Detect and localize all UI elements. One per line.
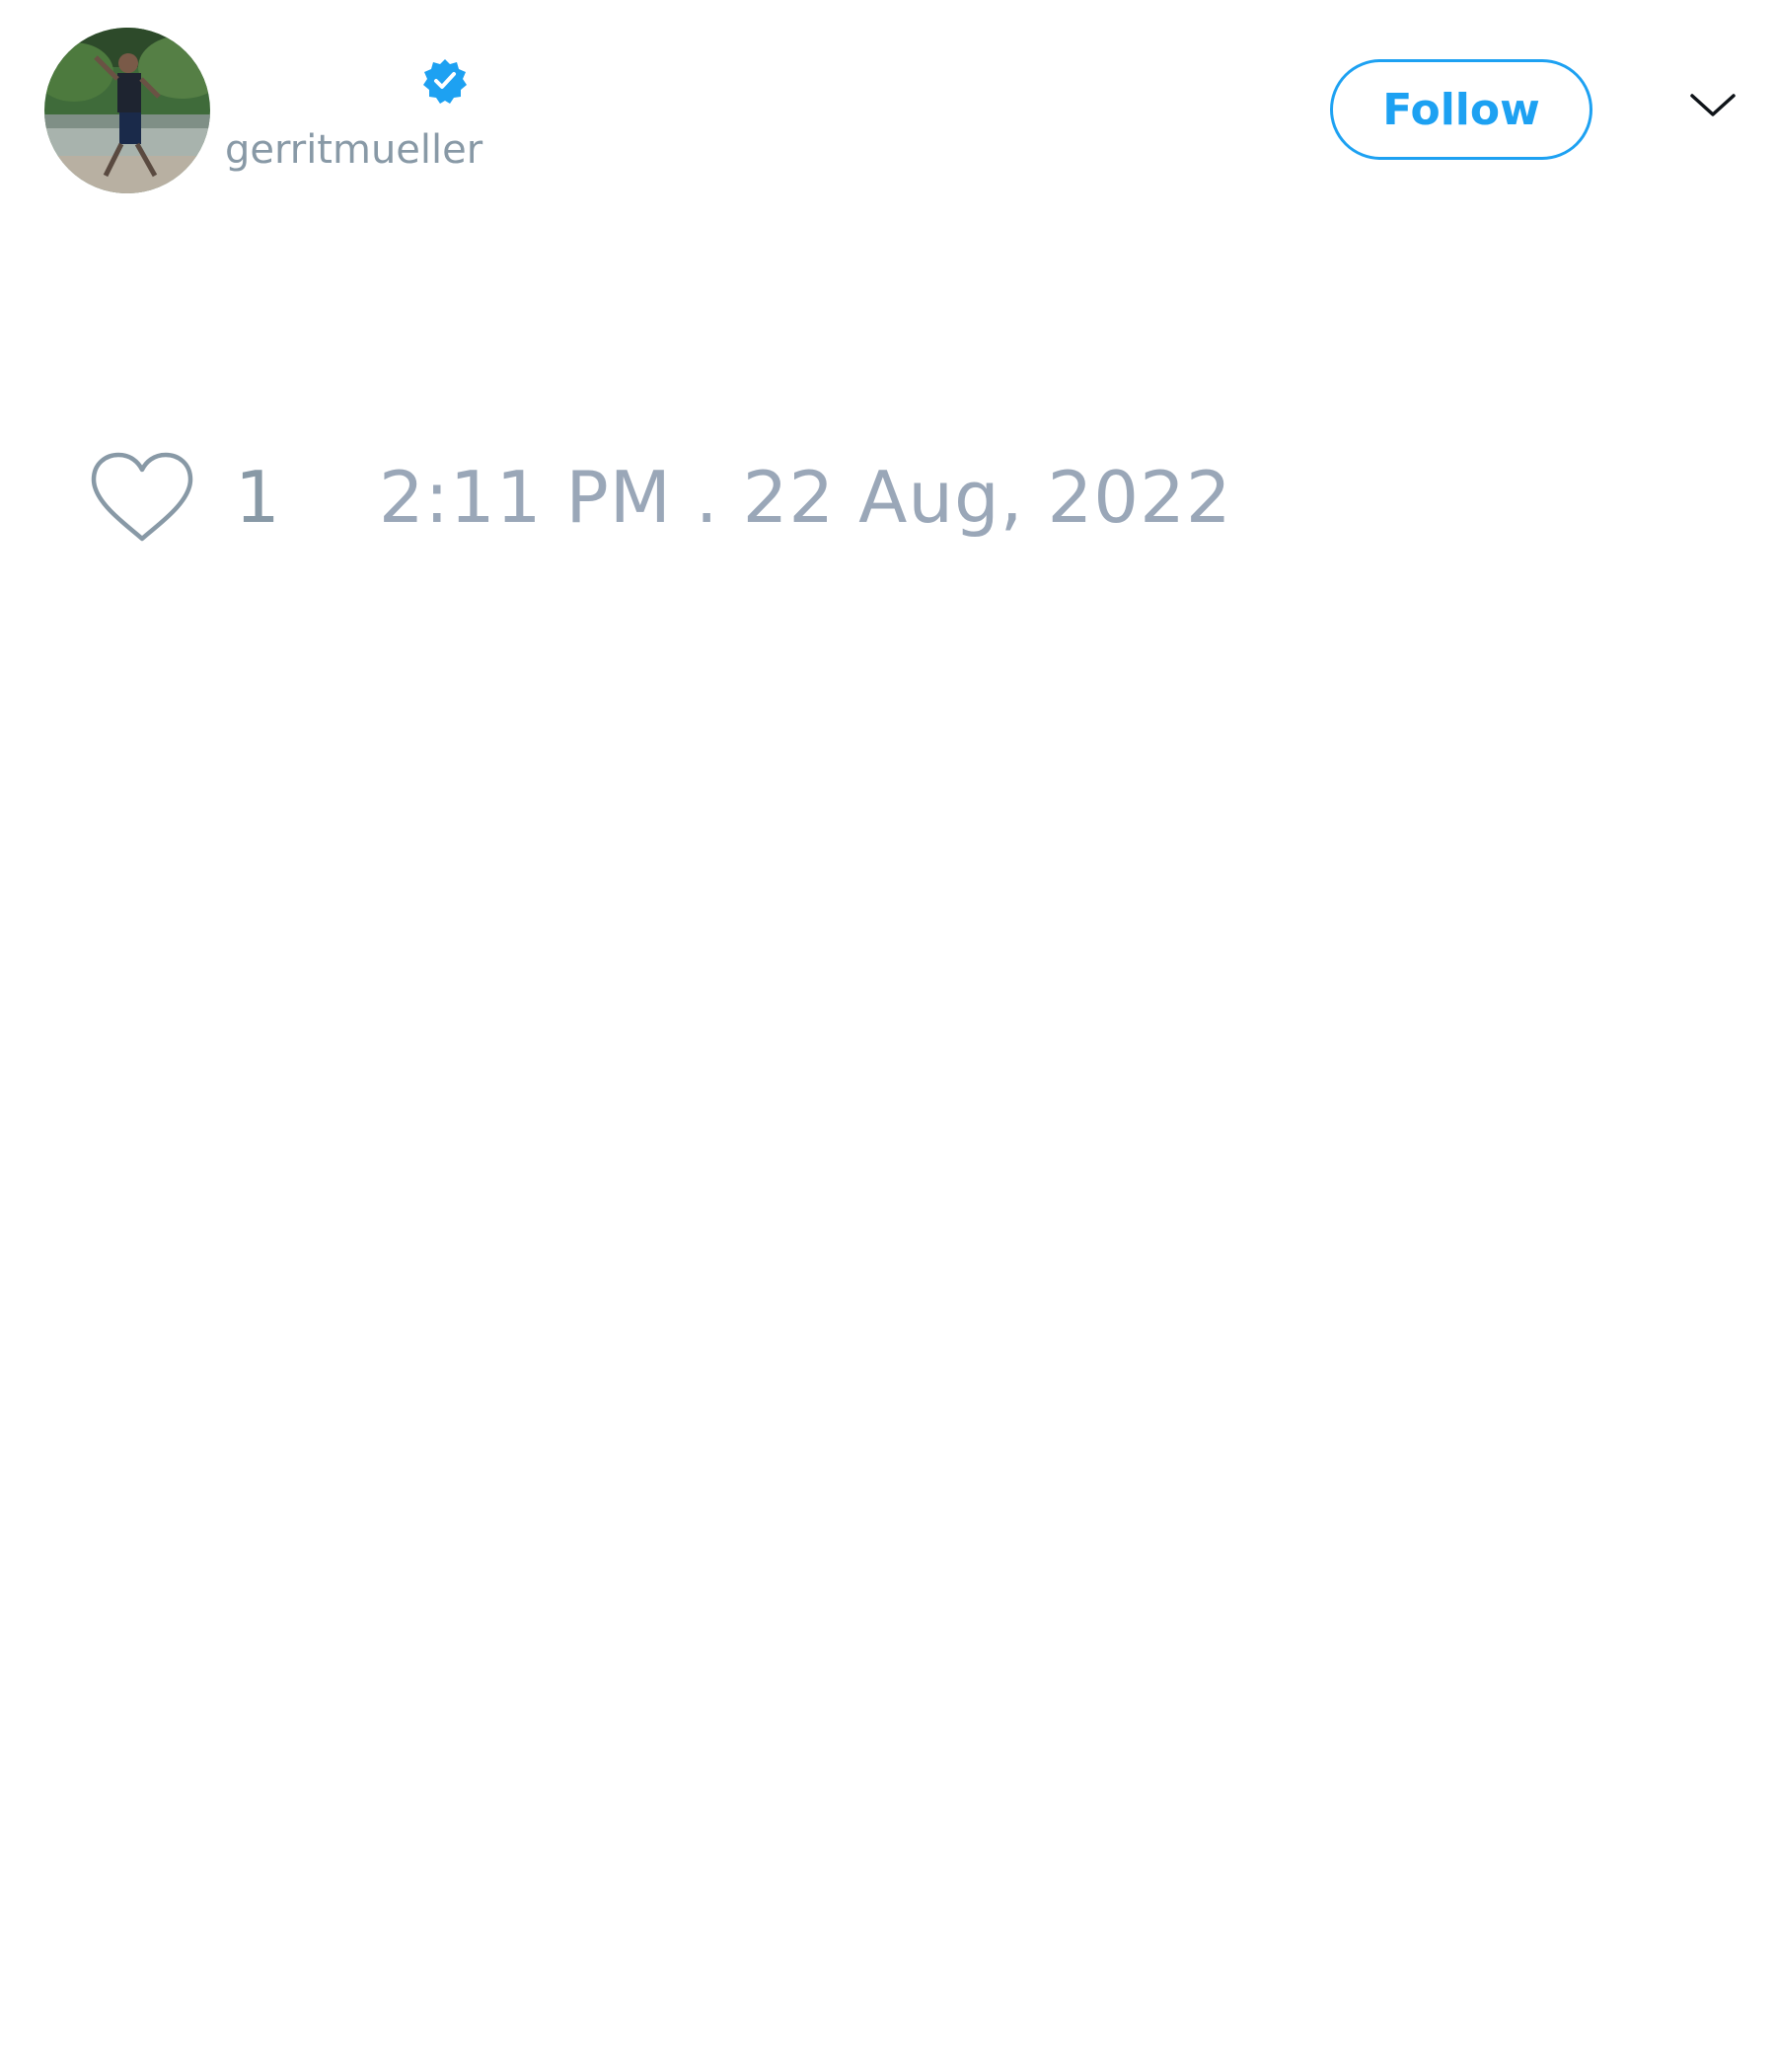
tweet-footer: 1 2:11 PM . 22 Aug, 2022 — [89, 442, 1232, 553]
follow-button[interactable]: Follow — [1330, 59, 1592, 160]
avatar-image — [44, 28, 210, 193]
tweet-timestamp[interactable]: 2:11 PM . 22 Aug, 2022 — [379, 456, 1232, 539]
like-button[interactable] — [89, 448, 195, 547]
chevron-down-icon[interactable] — [1689, 91, 1737, 120]
avatar[interactable] — [44, 28, 210, 193]
verified-badge-icon — [423, 59, 467, 104]
tweet-card: gerritmueller Follow 1 2:11 PM . 22 Aug,… — [0, 0, 1776, 2072]
user-handle[interactable]: gerritmueller — [225, 126, 482, 174]
like-count: 1 — [235, 456, 280, 539]
heart-icon — [91, 452, 193, 542]
